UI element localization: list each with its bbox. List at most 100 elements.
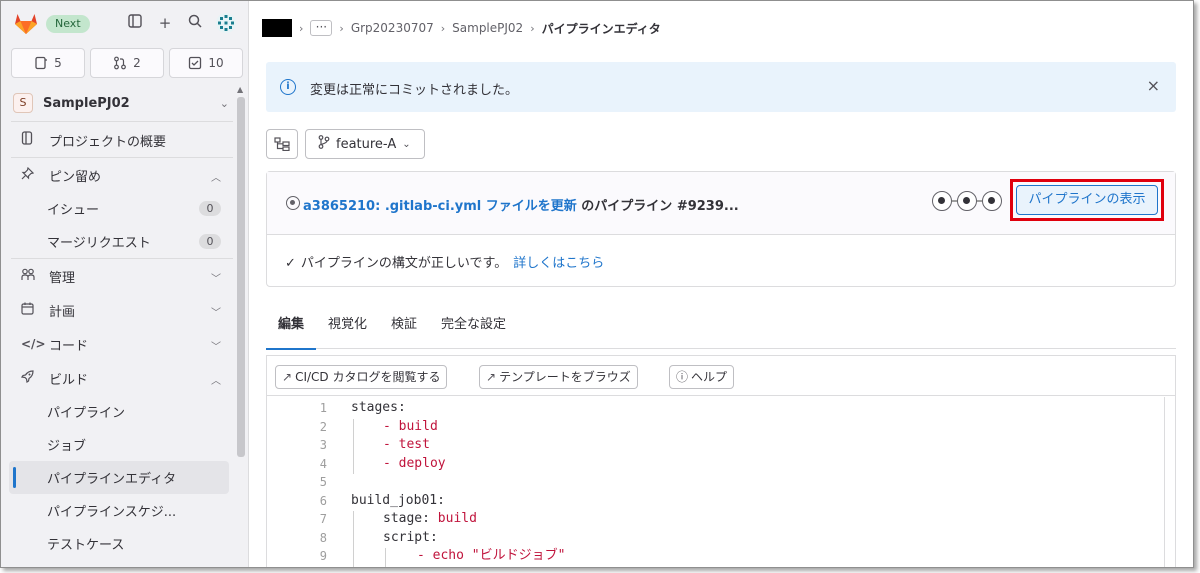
tab-edit[interactable]: 編集 <box>266 301 317 350</box>
help-label: ヘルプ <box>691 370 728 384</box>
breadcrumb-group[interactable]: Grp20230707 <box>351 21 434 35</box>
file-tree-button[interactable] <box>266 129 298 159</box>
line-number: 5 <box>319 475 327 489</box>
scroll-thumb[interactable] <box>237 97 245 457</box>
tab-validate[interactable]: 検証 <box>379 301 429 349</box>
editor-scrollbar[interactable] <box>1164 397 1165 567</box>
gitlab-logo-icon[interactable] <box>13 11 39 35</box>
code-text: - test <box>383 437 430 452</box>
issues-count-button[interactable]: 5 <box>11 48 85 78</box>
sidebar-item-pinned[interactable]: ピン留め ︿ <box>1 158 233 192</box>
sidebar-item-project-overview[interactable]: プロジェクトの概要 <box>1 123 233 157</box>
todos-count-button[interactable]: 10 <box>169 48 243 78</box>
browse-catalog-label: CI/CD カタログを閲覧する <box>295 370 441 384</box>
sidebar-item-label: テストケース <box>47 538 125 553</box>
sidebar-item-code[interactable]: </> コード ﹀ <box>1 327 233 361</box>
sidebar-item-manage[interactable]: 管理 ﹀ <box>1 259 233 293</box>
issues-count: 5 <box>54 56 62 70</box>
indent-guide <box>353 511 354 567</box>
chevron-up-icon: ︿ <box>211 173 221 184</box>
learn-more-link[interactable]: 詳しくはこちら <box>513 256 604 271</box>
branch-name: feature-A <box>336 136 397 152</box>
sidebar-item-issues[interactable]: イシュー 0 <box>1 192 233 225</box>
merge-request-icon <box>114 56 127 70</box>
code-area[interactable]: 1 stages: 2 - build 3 - test 4 - deploy 5 6 b… <box>267 397 1175 567</box>
breadcrumb-more-button[interactable]: ··· <box>310 20 333 36</box>
close-icon[interactable]: × <box>1147 76 1160 95</box>
sidebar-item-jobs[interactable]: ジョブ <box>1 428 233 461</box>
code-text: stage: build <box>383 510 477 529</box>
plus-icon[interactable]: + <box>155 13 175 33</box>
issues-badge: 0 <box>199 201 221 216</box>
pipeline-label: のパイプライン <box>576 199 677 214</box>
sidebar-item-label: ビルド <box>49 372 89 388</box>
sidebar-item-label: プロジェクトの概要 <box>49 134 167 150</box>
sidebar-item-label: ジョブ <box>47 439 87 454</box>
pipeline-id[interactable]: #9239... <box>677 199 739 214</box>
stage-deploy-status-icon[interactable] <box>982 191 1002 211</box>
thumbtack-icon <box>21 166 39 184</box>
sidebar-scrollbar[interactable]: ▲ <box>235 85 247 567</box>
branch-selector[interactable]: feature-A ⌄ <box>305 129 425 159</box>
project-switcher[interactable]: S SamplePJ02 ⌄ <box>11 89 243 117</box>
pipeline-summary: a3865210: .gitlab-ci.yml ファイルを更新 のパイプライン… <box>303 195 739 214</box>
sidebar-item-test-cases[interactable]: テストケース <box>1 527 233 560</box>
chevron-down-icon: ⌄ <box>219 96 229 110</box>
code-text: - build <box>383 418 438 434</box>
sidebar-item-pipeline-editor[interactable]: パイプラインエディタ <box>9 461 229 494</box>
scroll-up-arrow-icon[interactable]: ▲ <box>237 85 243 94</box>
code-text: - deploy <box>383 455 446 471</box>
breadcrumb: › ··· › Grp20230707 › SamplePJ02 › パイプライ… <box>262 17 661 39</box>
browse-templates-button[interactable]: ↗ テンプレートをブラウズ <box>479 365 638 389</box>
chevron-up-icon: ︿ <box>211 376 221 387</box>
editor-tabs: 編集 視覚化 検証 完全な設定 <box>266 301 1176 350</box>
browse-templates-label: テンプレートをブラウズ <box>499 370 631 384</box>
line-number: 3 <box>319 438 327 452</box>
stage-build-status-icon[interactable] <box>932 191 952 211</box>
sidebar: Next + 5 2 10 S SamplePJ02 ⌄ プロジェクトの概要 ピ… <box>1 1 249 567</box>
tab-visualize[interactable]: 視覚化 <box>316 301 379 349</box>
help-button[interactable]: ⓘ ヘルプ <box>669 365 735 389</box>
user-avatar[interactable] <box>215 12 237 34</box>
sidebar-item-plan[interactable]: 計画 ﹀ <box>1 293 233 327</box>
external-link-icon: ↗ <box>282 370 293 384</box>
line-number: 9 <box>319 549 327 563</box>
rocket-icon <box>20 369 39 387</box>
sidebar-top: Next + <box>1 1 248 45</box>
redacted-group-avatar <box>262 19 292 37</box>
sidebar-item-pipelines[interactable]: パイプライン <box>1 395 233 428</box>
commit-link[interactable]: a3865210: .gitlab-ci.yml ファイルを更新 <box>303 199 577 214</box>
view-pipeline-button[interactable]: パイプラインの表示 <box>1016 185 1158 215</box>
chevron-down-icon: ⌄ <box>402 138 411 150</box>
browse-catalog-button[interactable]: ↗ CI/CD カタログを閲覧する <box>275 365 448 389</box>
sidebar-item-pipeline-schedules[interactable]: パイプラインスケジ... <box>1 494 233 527</box>
sidebar-divider <box>11 121 233 122</box>
stage-test-status-icon[interactable] <box>957 191 977 211</box>
code-text: stages: <box>351 400 406 415</box>
sidebar-item-label: ピン留め <box>49 169 102 185</box>
line-number: 4 <box>319 456 327 471</box>
chevron-down-icon: ﹀ <box>211 342 221 353</box>
lint-message: パイプラインの構文が正しいです。 <box>300 256 508 271</box>
pipeline-status-icon[interactable] <box>286 196 300 210</box>
tab-full-configuration[interactable]: 完全な設定 <box>429 301 518 349</box>
breadcrumb-project[interactable]: SamplePJ02 <box>452 21 523 35</box>
line-number: 6 <box>319 493 327 508</box>
project-icon <box>21 131 39 149</box>
merge-requests-count-button[interactable]: 2 <box>90 48 164 78</box>
app-window: Next + 5 2 10 S SamplePJ02 ⌄ プロジェクトの概要 ピ… <box>0 0 1194 568</box>
sidebar-toggle-icon[interactable] <box>125 13 145 33</box>
sidebar-item-build[interactable]: ビルド ︿ <box>1 361 233 395</box>
breadcrumb-separator-icon: › <box>299 21 304 35</box>
breadcrumb-separator-icon: › <box>440 21 446 35</box>
sidebar-item-label: イシュー <box>47 203 100 218</box>
search-icon[interactable] <box>185 13 205 33</box>
sidebar-item-label: マージリクエスト <box>47 236 151 251</box>
issues-icon <box>35 56 48 70</box>
line-number: 2 <box>319 419 327 434</box>
success-alert: i 変更は正常にコミットされました。 × <box>266 62 1176 112</box>
lint-status: ✓ パイプラインの構文が正しいです。 詳しくはこちら <box>285 252 604 271</box>
sidebar-item-merge-requests[interactable]: マージリクエスト 0 <box>1 225 233 258</box>
alert-message: 変更は正常にコミットされました。 <box>310 83 519 98</box>
branch-icon <box>318 135 330 153</box>
